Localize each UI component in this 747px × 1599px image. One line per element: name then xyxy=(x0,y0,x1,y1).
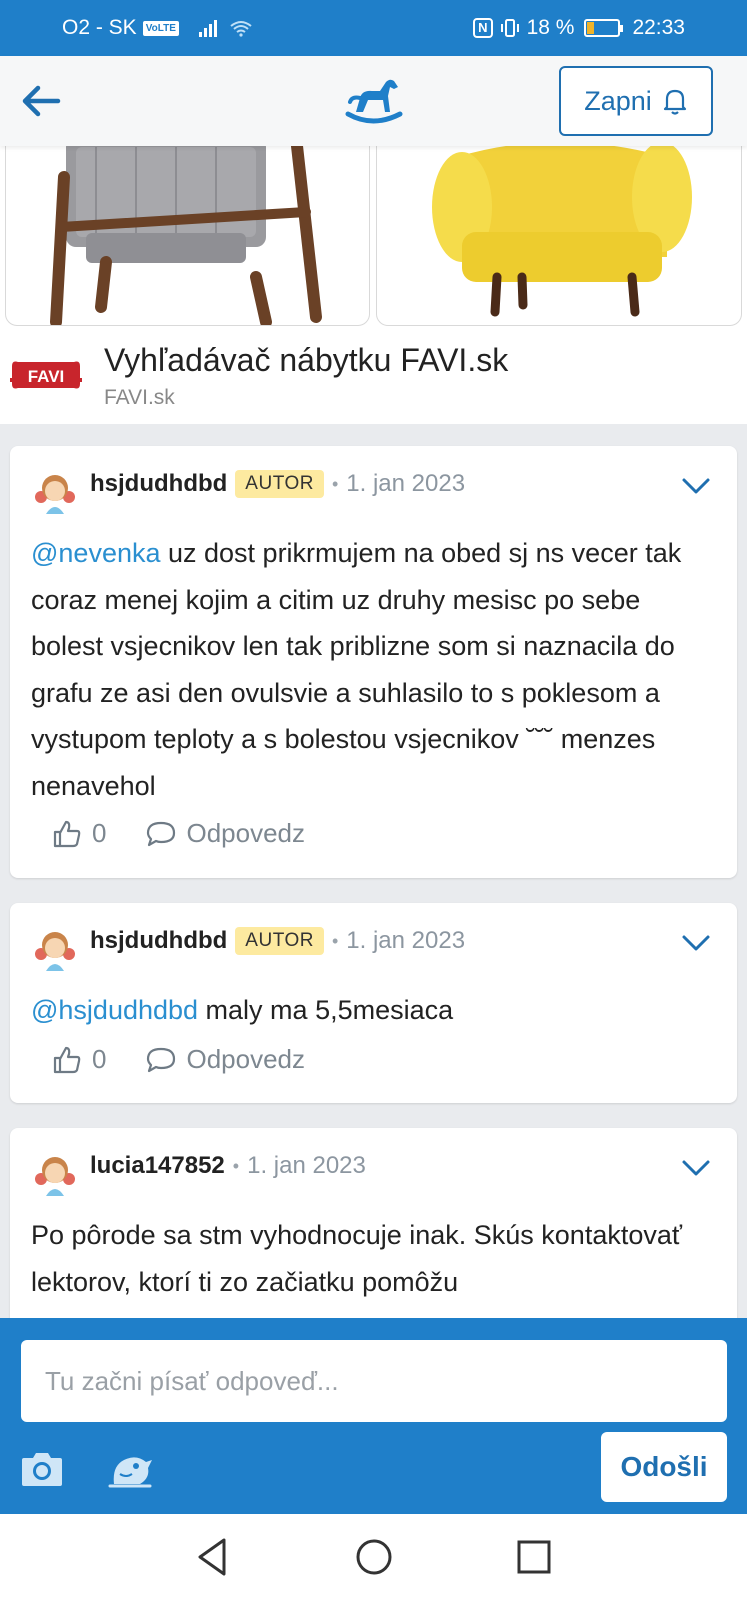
status-right: N 18 % 22:33 xyxy=(473,16,685,40)
author-badge: AUTOR xyxy=(235,927,324,955)
vibrate-icon xyxy=(500,19,519,37)
comment-body: Po pôrode sa stm vyhodnocuje inak. Skús … xyxy=(31,1220,682,1297)
volte-badge: VoLTE xyxy=(142,20,179,36)
author-badge: AUTOR xyxy=(235,470,324,498)
username[interactable]: hsjdudhdbd xyxy=(90,927,227,955)
comment-text: Po pôrode sa stm vyhodnocuje inak. Skús … xyxy=(31,1212,711,1305)
battery-percent: 18 % xyxy=(526,16,575,39)
comment-card: lucia147852 • 1. jan 2023 Po pôrode sa s… xyxy=(10,1128,737,1348)
reply-button[interactable]: Odpovedz xyxy=(146,1044,305,1075)
ad-title[interactable]: Vyhľadávač nábytku FAVI.sk xyxy=(104,342,508,379)
comment-meta: lucia147852 • 1. jan 2023 xyxy=(90,1152,366,1180)
speech-bubble-icon xyxy=(147,1047,176,1072)
reply-button[interactable]: Odpovedz xyxy=(146,818,305,849)
subscribe-label: Zapni xyxy=(584,85,652,116)
yellow-armchair-image xyxy=(432,142,692,317)
meta-separator: • xyxy=(232,1155,240,1176)
avatar[interactable] xyxy=(30,923,80,973)
like-button[interactable]: 0 xyxy=(52,1044,106,1075)
comment-card: hsjdudhdbd AUTOR • 1. jan 2023 @hsjdudhd… xyxy=(10,903,737,1103)
reply-label: Odpovedz xyxy=(186,1044,305,1074)
subscribe-button[interactable]: Zapni xyxy=(559,66,713,136)
like-button[interactable]: 0 xyxy=(52,818,106,849)
nfc-icon: N xyxy=(473,18,493,38)
battery-icon xyxy=(584,19,624,37)
carrier-label: O2 - SK xyxy=(62,16,137,39)
back-arrow-icon[interactable] xyxy=(18,78,64,124)
wifi-icon xyxy=(230,21,252,37)
signal-icon xyxy=(198,19,217,37)
comment-meta: hsjdudhdbd AUTOR • 1. jan 2023 xyxy=(90,470,465,498)
comment-text: @nevenka uz dost prikrmujem na obed sj n… xyxy=(31,530,711,809)
thumbs-up-icon xyxy=(53,1046,81,1073)
thumbs-up-icon xyxy=(53,820,81,847)
system-navigation-bar xyxy=(0,1514,747,1599)
nav-back-icon[interactable] xyxy=(188,1532,238,1582)
ad-source: FAVI.sk xyxy=(104,386,175,409)
sponsored-ad[interactable]: FAVI Vyhľadávač nábytku FAVI.sk FAVI.sk xyxy=(0,136,747,424)
mention-link[interactable]: @nevenka xyxy=(31,538,161,568)
status-left: O2 - SK VoLTE xyxy=(62,16,253,40)
chevron-down-icon[interactable] xyxy=(681,1158,711,1178)
rocking-horse-logo-icon[interactable] xyxy=(342,74,404,126)
send-button[interactable]: Odošli xyxy=(601,1432,727,1502)
clock: 22:33 xyxy=(632,16,685,39)
chevron-down-icon[interactable] xyxy=(681,933,711,953)
comment-card: hsjdudhdbd AUTOR • 1. jan 2023 @nevenka … xyxy=(10,446,737,878)
grey-armchair-image xyxy=(50,137,322,325)
comment-actions: 0 Odpovedz xyxy=(52,1044,305,1075)
mention-link[interactable]: @hsjdudhdbd xyxy=(31,995,198,1025)
like-count: 0 xyxy=(92,1044,107,1074)
comment-date: 1. jan 2023 xyxy=(346,470,466,497)
camera-icon[interactable] xyxy=(20,1448,64,1488)
comment-actions: 0 Odpovedz xyxy=(52,818,305,849)
app-header: Zapni xyxy=(0,56,747,146)
reply-label: Odpovedz xyxy=(186,818,305,848)
avatar[interactable] xyxy=(30,1148,80,1198)
like-count: 0 xyxy=(92,818,107,848)
nav-recents-icon[interactable] xyxy=(509,1532,559,1582)
comment-text: @hsjdudhdbd maly ma 5,5mesiaca xyxy=(31,987,711,1034)
comment-body: maly ma 5,5mesiaca xyxy=(198,995,454,1025)
favi-logo-icon: FAVI xyxy=(10,361,82,389)
comment-date: 1. jan 2023 xyxy=(247,1152,366,1179)
avatar[interactable] xyxy=(30,466,80,516)
favi-logo-text: FAVI xyxy=(28,367,65,386)
status-bar: O2 - SK VoLTE N 18 % 22:33 xyxy=(0,0,747,56)
chevron-down-icon[interactable] xyxy=(681,476,711,496)
speech-bubble-icon xyxy=(147,821,176,846)
meta-separator: • xyxy=(331,930,339,951)
username[interactable]: hsjdudhdbd xyxy=(90,470,227,498)
username[interactable]: lucia147852 xyxy=(90,1152,225,1180)
reply-input[interactable] xyxy=(21,1340,727,1422)
meta-separator: • xyxy=(331,473,339,494)
comment-date: 1. jan 2023 xyxy=(346,927,466,954)
bell-icon xyxy=(663,89,686,115)
mascot-sticker-icon[interactable] xyxy=(106,1444,154,1490)
ad-image-yellow-armchair[interactable] xyxy=(376,136,742,326)
comment-body: uz dost prikrmujem na obed sj ns vecer t… xyxy=(31,538,682,801)
ad-image-grey-armchair[interactable] xyxy=(5,136,370,326)
reply-bar: Odošli xyxy=(0,1318,747,1514)
comment-meta: hsjdudhdbd AUTOR • 1. jan 2023 xyxy=(90,927,465,955)
nav-home-icon[interactable] xyxy=(349,1532,399,1582)
